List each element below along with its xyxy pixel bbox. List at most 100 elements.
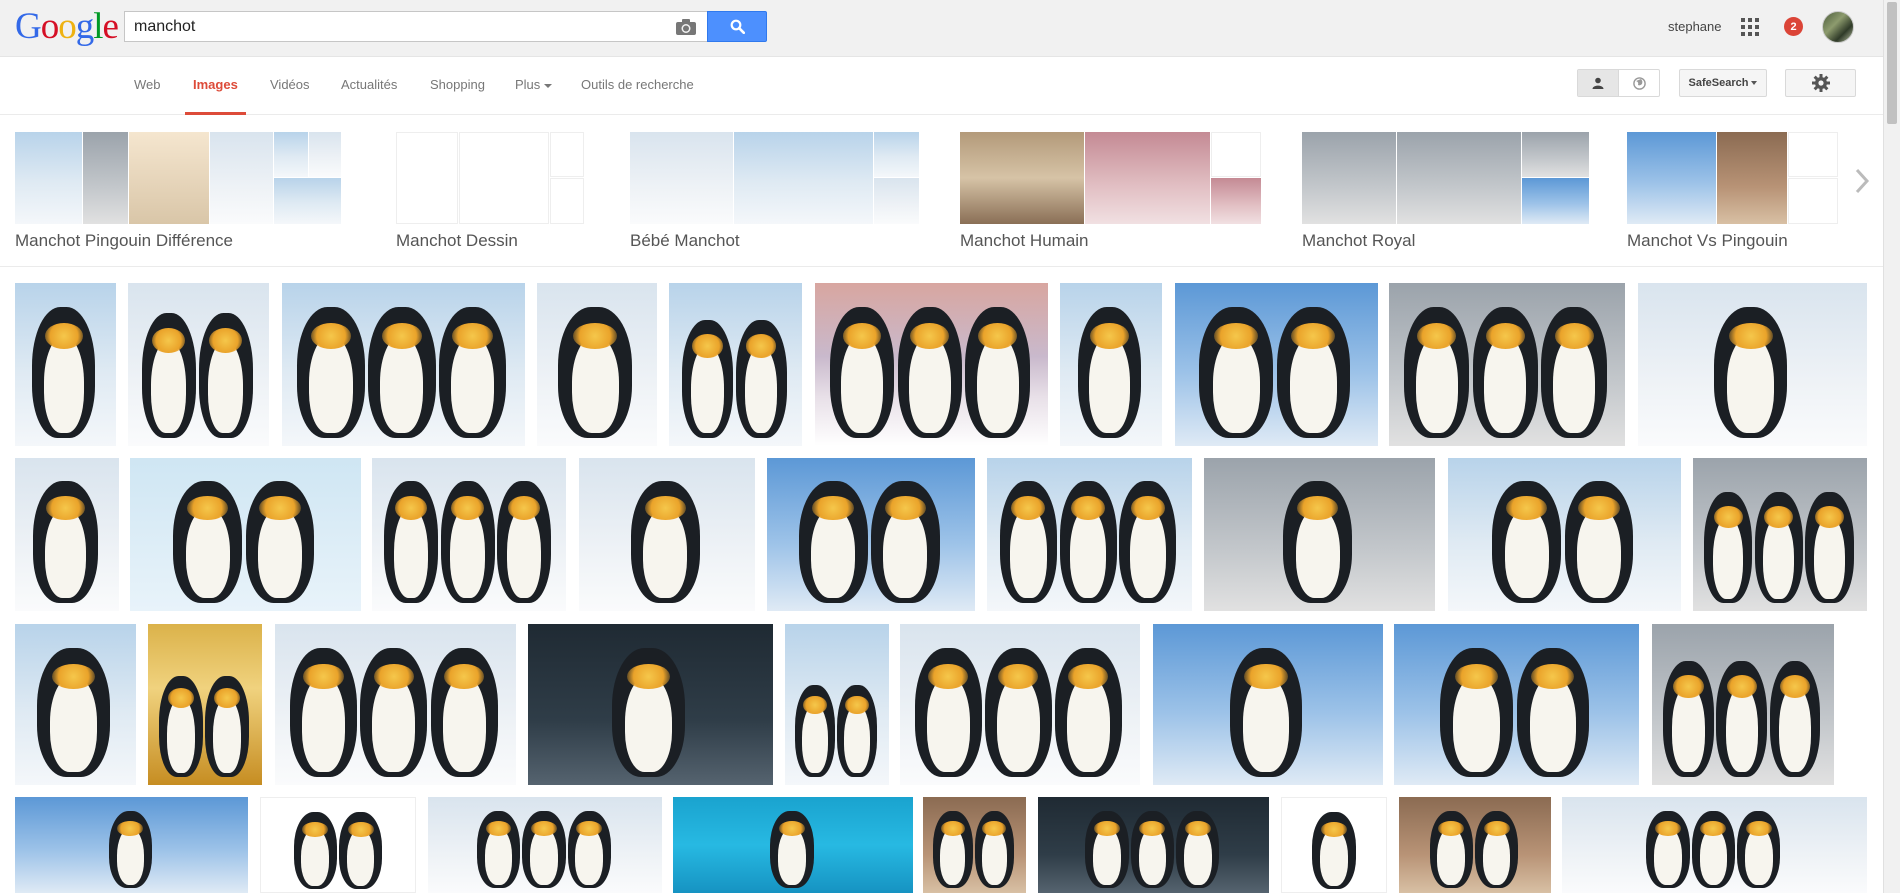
tab-web[interactable]: Web — [134, 77, 161, 115]
image-result-thumbnail[interactable] — [1562, 797, 1867, 893]
tab-actualites[interactable]: Actualités — [341, 77, 397, 115]
apps-grid-icon[interactable] — [1741, 18, 1759, 36]
user-name-link[interactable]: stephane — [1668, 19, 1722, 34]
tab-label: Web — [134, 77, 161, 92]
image-result-thumbnail[interactable] — [148, 624, 262, 785]
image-result-thumbnail[interactable] — [1204, 458, 1435, 611]
tab-shopping[interactable]: Shopping — [430, 77, 485, 115]
image-result-thumbnail[interactable] — [15, 458, 119, 611]
image-result-thumbnail[interactable] — [987, 458, 1192, 611]
image-result-thumbnail[interactable] — [1153, 624, 1383, 785]
penguin-figure — [1403, 307, 1470, 438]
related-thumb — [1397, 132, 1521, 224]
chevron-right-icon[interactable] — [1853, 167, 1871, 195]
penguin-figure — [1737, 811, 1781, 889]
penguin-figure — [1059, 480, 1117, 604]
user-avatar[interactable] — [1822, 11, 1854, 43]
related-search-label: Manchot Royal — [1302, 231, 1416, 250]
image-result-thumbnail[interactable] — [785, 624, 889, 785]
image-result-thumbnail[interactable] — [1652, 624, 1834, 785]
image-result-thumbnail[interactable] — [1399, 797, 1551, 893]
penguin-figure — [440, 480, 495, 604]
penguin-figure — [915, 648, 982, 777]
related-thumb — [129, 132, 209, 224]
tab-plus[interactable]: Plus — [515, 77, 553, 115]
related-search-card[interactable]: Manchot Humain — [960, 132, 1264, 250]
scrollbar-thumb[interactable] — [1887, 2, 1897, 124]
image-result-thumbnail[interactable] — [528, 624, 773, 785]
search-input[interactable] — [134, 12, 654, 41]
image-result-thumbnail[interactable] — [673, 797, 913, 893]
page-scrollbar[interactable] — [1883, 0, 1900, 893]
penguin-figure — [1085, 811, 1129, 889]
image-result-thumbnail[interactable] — [1038, 797, 1269, 893]
penguin-figure — [476, 811, 521, 889]
image-result-thumbnail[interactable] — [15, 283, 116, 446]
image-result-thumbnail[interactable] — [537, 283, 657, 446]
related-thumb — [1788, 132, 1838, 177]
tab-search-tools[interactable]: Outils de recherche — [581, 77, 694, 115]
penguin-figure — [1199, 307, 1273, 438]
google-logo[interactable]: Google — [15, 7, 119, 47]
image-result-thumbnail[interactable] — [128, 283, 269, 446]
global-results-button[interactable] — [1619, 70, 1659, 96]
penguin-figure — [368, 307, 436, 438]
image-result-thumbnail[interactable] — [669, 283, 802, 446]
safesearch-dropdown[interactable]: SafeSearch — [1679, 69, 1767, 97]
personal-results-button[interactable] — [1578, 70, 1619, 96]
image-result-thumbnail[interactable] — [923, 797, 1026, 893]
related-search-card[interactable]: Bébé Manchot — [630, 132, 922, 250]
top-header: Google stephane 2 — [0, 0, 1883, 57]
related-thumb — [396, 132, 458, 224]
image-result-thumbnail[interactable] — [428, 797, 662, 893]
image-result-thumbnail[interactable] — [1175, 283, 1378, 446]
penguin-figure — [974, 811, 1015, 889]
settings-button[interactable] — [1785, 69, 1856, 97]
image-result-thumbnail[interactable] — [815, 283, 1048, 446]
penguin-figure — [1703, 492, 1753, 604]
image-result-thumbnail[interactable] — [15, 624, 136, 785]
search-button[interactable] — [707, 11, 767, 42]
image-result-thumbnail[interactable] — [372, 458, 566, 611]
penguin-figure — [630, 480, 700, 604]
image-result-thumbnail[interactable] — [130, 458, 361, 611]
image-result-thumbnail[interactable] — [1638, 283, 1867, 446]
related-thumb — [83, 132, 128, 224]
image-result-thumbnail[interactable] — [1394, 624, 1639, 785]
image-result-thumbnail[interactable] — [579, 458, 755, 611]
safesearch-label: SafeSearch — [1688, 77, 1749, 89]
tab-videos[interactable]: Vidéos — [270, 77, 310, 115]
penguin-figure — [497, 480, 552, 604]
penguin-figure — [245, 480, 315, 604]
related-thumb — [274, 132, 308, 177]
image-result-thumbnail[interactable] — [15, 797, 248, 893]
camera-icon[interactable] — [675, 18, 697, 36]
tab-images[interactable]: Images — [185, 77, 246, 115]
related-search-card[interactable]: Manchot Royal — [1302, 132, 1592, 250]
image-result-thumbnail[interactable] — [1389, 283, 1625, 446]
image-result-thumbnail[interactable] — [282, 283, 525, 446]
related-search-label: Manchot Dessin — [396, 231, 518, 250]
related-search-card[interactable]: Manchot Dessin — [396, 132, 592, 250]
image-result-thumbnail[interactable] — [1693, 458, 1867, 611]
related-thumb — [1211, 178, 1261, 224]
image-result-thumbnail[interactable] — [767, 458, 975, 611]
image-result-thumbnail[interactable] — [1060, 283, 1162, 446]
penguin-figure — [173, 480, 243, 604]
chevron-down-icon — [1751, 81, 1758, 85]
notification-badge[interactable]: 2 — [1784, 17, 1803, 36]
penguin-figure — [141, 313, 196, 438]
image-result-thumbnail[interactable] — [1448, 458, 1681, 611]
image-result-thumbnail[interactable] — [275, 624, 516, 785]
globe-icon — [1632, 76, 1646, 90]
penguin-figure — [612, 648, 685, 777]
related-search-card[interactable]: Manchot Vs Pingouin — [1627, 132, 1841, 250]
related-search-card[interactable]: Manchot Pingouin Différence — [15, 132, 357, 250]
image-result-thumbnail[interactable] — [260, 797, 416, 893]
penguin-figure — [1229, 648, 1303, 777]
related-thumb — [1717, 132, 1787, 224]
penguin-figure — [1516, 648, 1589, 777]
penguin-figure — [108, 811, 152, 889]
image-result-thumbnail[interactable] — [1281, 797, 1387, 893]
image-result-thumbnail[interactable] — [900, 624, 1140, 785]
